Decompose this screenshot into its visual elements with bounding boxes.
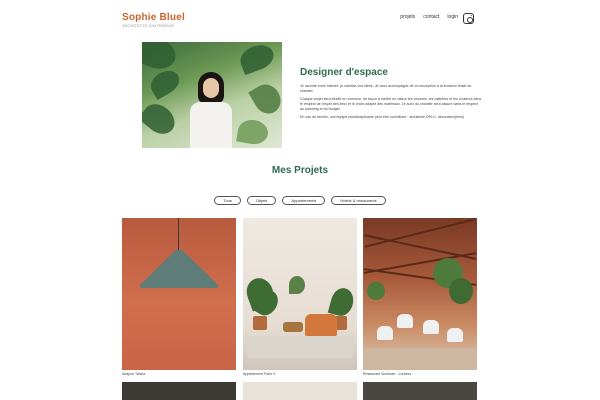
project-image	[243, 218, 357, 370]
project-caption: Restaurant Sushisen - Londres	[363, 372, 412, 376]
intro-paragraph: Je raconte votre histoire, je valorise v…	[300, 84, 472, 93]
intro-paragraph: Chaque projet sera étudié en commun, de …	[300, 97, 482, 111]
main-nav: projets contact login	[400, 14, 458, 20]
filter-all-button[interactable]: Tous	[214, 196, 241, 205]
filter-objects-button[interactable]: Objets	[246, 196, 277, 205]
nav-link-login[interactable]: login	[447, 14, 458, 20]
project-image	[363, 218, 477, 370]
instagram-icon[interactable]	[463, 13, 474, 24]
project-card[interactable]: Restaurant Sushisen - Londres	[363, 218, 477, 376]
project-card[interactable]: Appartement Paris V	[243, 218, 357, 376]
profile-photo	[142, 42, 282, 148]
project-card[interactable]	[243, 382, 357, 400]
filter-hotels-button[interactable]: Hotels & restaurants	[331, 196, 386, 205]
project-card[interactable]: Abajour Tahina	[122, 218, 236, 376]
brand-name: Sophie Bluel	[122, 12, 185, 23]
nav-link-contact[interactable]: contact	[423, 14, 439, 20]
intro-title: Designer d'espace	[300, 67, 388, 78]
project-card[interactable]	[122, 382, 236, 400]
brand-logo[interactable]: Sophie Bluel ARCHITECTE D'INTERIEUR	[122, 12, 185, 28]
filter-apartments-button[interactable]: Appartements	[282, 196, 326, 205]
filter-bar: Tous Objets Appartements Hotels & restau…	[0, 196, 600, 205]
projects-title: Mes Projets	[271, 165, 329, 176]
project-card[interactable]	[363, 382, 477, 400]
brand-tagline: ARCHITECTE D'INTERIEUR	[122, 23, 174, 28]
page: Sophie Bluel ARCHITECTE D'INTERIEUR proj…	[0, 0, 600, 400]
intro-text: Je raconte votre histoire, je valorise v…	[300, 84, 482, 123]
project-caption: Abajour Tahina	[122, 372, 146, 376]
project-caption: Appartement Paris V	[243, 372, 276, 376]
project-image	[122, 218, 236, 370]
intro-paragraph: En cas de besoin, une équipe pluridiscip…	[300, 115, 465, 119]
nav-link-projets[interactable]: projets	[400, 14, 415, 20]
